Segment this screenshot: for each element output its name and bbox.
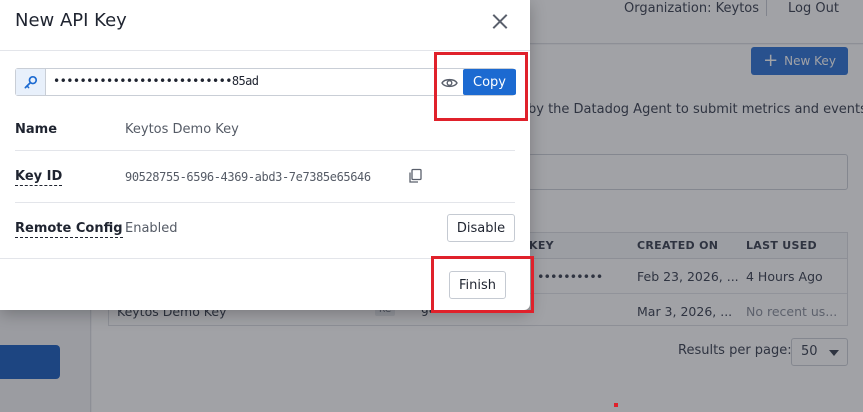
divider xyxy=(0,258,530,259)
new-api-key-modal: New API Key •••••••••••••••••••••••••••8… xyxy=(0,0,530,310)
divider xyxy=(0,50,530,51)
api-key-value: •••••••••••••••••••••••••••85ad xyxy=(53,74,259,88)
key-id-value: 90528755-6596-4369-abd3-7e7385e65646 xyxy=(125,170,371,184)
copy-icon[interactable] xyxy=(407,168,423,184)
api-key-field[interactable]: •••••••••••••••••••••••••••85ad Copy xyxy=(15,68,516,96)
remote-config-value: Enabled xyxy=(125,221,178,236)
disable-button[interactable]: Disable xyxy=(447,214,515,242)
modal-title: New API Key xyxy=(15,10,127,31)
eye-icon[interactable] xyxy=(441,75,458,89)
divider xyxy=(15,150,515,151)
name-label: Name xyxy=(15,122,58,137)
remote-config-label[interactable]: Remote Config xyxy=(15,221,123,238)
finish-button[interactable]: Finish xyxy=(449,271,506,299)
divider xyxy=(15,202,515,203)
name-value: Keytos Demo Key xyxy=(125,122,239,137)
key-id-label[interactable]: Key ID xyxy=(15,169,63,186)
red-marker xyxy=(614,403,618,407)
close-icon[interactable] xyxy=(490,11,510,31)
copy-button[interactable]: Copy xyxy=(463,69,516,95)
key-icon xyxy=(16,69,46,95)
